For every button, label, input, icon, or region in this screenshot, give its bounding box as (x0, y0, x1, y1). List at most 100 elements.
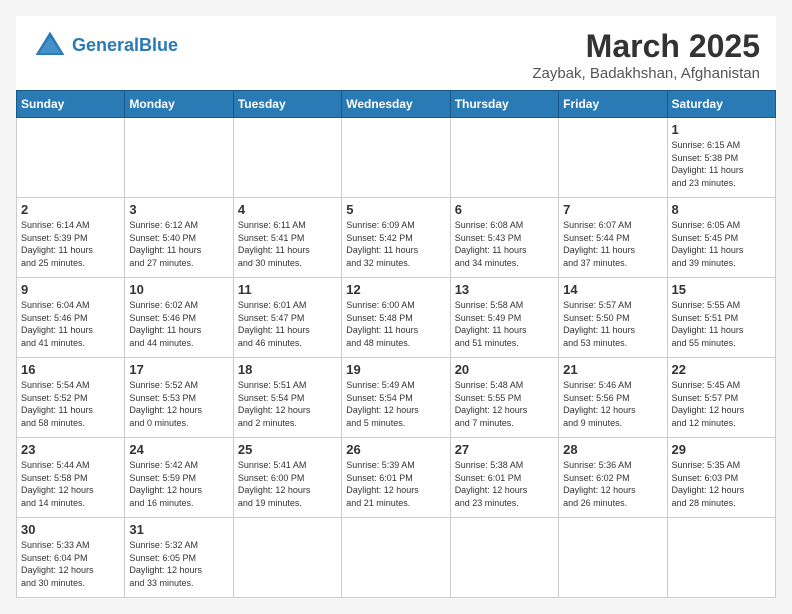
calendar-cell: 27Sunrise: 5:38 AMSunset: 6:01 PMDayligh… (450, 438, 558, 518)
calendar-cell: 31 Sunrise: 5:32 AMSunset: 6:05 PMDayligh… (125, 518, 233, 598)
day-info: Sunrise: 5:48 AMSunset: 5:55 PMDaylight:… (455, 379, 554, 429)
day-info: Sunrise: 5:39 AMSunset: 6:01 PMDaylight:… (346, 459, 445, 509)
day-info: Sunrise: 5:35 AMSunset: 6:03 PMDaylight:… (672, 459, 771, 509)
day-number: 19 (346, 362, 445, 377)
logo-icon (32, 28, 68, 64)
day-number: 25 (238, 442, 337, 457)
calendar-week-row: 23 Sunrise: 5:44 AMSunset: 5:58 PMDayligh… (17, 438, 776, 518)
day-info: Sunrise: 6:05 AMSunset: 5:45 PMDaylight:… (672, 219, 771, 269)
day-number: 21 (563, 362, 662, 377)
day-number: 13 (455, 282, 554, 297)
day-info: Sunrise: 5:49 AMSunset: 5:54 PMDaylight:… (346, 379, 445, 429)
calendar-cell (233, 118, 341, 198)
day-info: Sunrise: 6:04 AMSunset: 5:46 PMDaylight:… (21, 299, 120, 349)
calendar-cell: 24Sunrise: 5:42 AMSunset: 5:59 PMDayligh… (125, 438, 233, 518)
day-number: 23 (21, 442, 120, 457)
day-info: Sunrise: 5:52 AMSunset: 5:53 PMDaylight:… (129, 379, 228, 429)
day-number: 4 (238, 202, 337, 217)
location-subtitle: Zaybak, Badakhshan, Afghanistan (532, 65, 760, 82)
day-number: 27 (455, 442, 554, 457)
day-info: Sunrise: 5:58 AMSunset: 5:49 PMDaylight:… (455, 299, 554, 349)
day-number: 14 (563, 282, 662, 297)
day-info: Sunrise: 6:14 AMSunset: 5:39 PMDaylight:… (21, 219, 120, 269)
day-number: 5 (346, 202, 445, 217)
calendar-cell: 16 Sunrise: 5:54 AMSunset: 5:52 PMDayligh… (17, 358, 125, 438)
weekday-header-monday: Monday (125, 91, 233, 118)
calendar-cell (559, 518, 667, 598)
day-info: Sunrise: 5:41 AMSunset: 6:00 PMDaylight:… (238, 459, 337, 509)
calendar-cell: 28 Sunrise: 5:36 AMSunset: 6:02 PMDayligh… (559, 438, 667, 518)
calendar-cell (233, 518, 341, 598)
calendar-cell: 9Sunrise: 6:04 AMSunset: 5:46 PMDaylight… (17, 278, 125, 358)
calendar-cell: 15Sunrise: 5:55 AMSunset: 5:51 PMDayligh… (667, 278, 775, 358)
day-number: 24 (129, 442, 228, 457)
calendar-cell: 3 Sunrise: 6:12 AMSunset: 5:40 PMDaylight… (125, 198, 233, 278)
day-info: Sunrise: 6:11 AMSunset: 5:41 PMDaylight:… (238, 219, 337, 269)
calendar-cell: 22 Sunrise: 5:45 AMSunset: 5:57 PMDayligh… (667, 358, 775, 438)
day-number: 20 (455, 362, 554, 377)
day-number: 31 (129, 522, 228, 537)
day-info: Sunrise: 5:36 AMSunset: 6:02 PMDaylight:… (563, 459, 662, 509)
calendar-cell: 1 Sunrise: 6:15 AMSunset: 5:38 PMDaylight… (667, 118, 775, 198)
day-info: Sunrise: 6:02 AMSunset: 5:46 PMDaylight:… (129, 299, 228, 349)
day-number: 1 (672, 122, 771, 137)
day-info: Sunrise: 6:00 AMSunset: 5:48 PMDaylight:… (346, 299, 445, 349)
calendar-cell (342, 518, 450, 598)
calendar-cell: 23 Sunrise: 5:44 AMSunset: 5:58 PMDayligh… (17, 438, 125, 518)
calendar-cell: 2 Sunrise: 6:14 AMSunset: 5:39 PMDaylight… (17, 198, 125, 278)
logo-general: General (72, 35, 139, 55)
day-number: 8 (672, 202, 771, 217)
calendar-week-row: 1 Sunrise: 6:15 AMSunset: 5:38 PMDaylight… (17, 118, 776, 198)
weekday-header-sunday: Sunday (17, 91, 125, 118)
day-number: 3 (129, 202, 228, 217)
day-info: Sunrise: 5:46 AMSunset: 5:56 PMDaylight:… (563, 379, 662, 429)
day-info: Sunrise: 5:33 AMSunset: 6:04 PMDaylight:… (21, 539, 120, 589)
calendar-table: SundayMondayTuesdayWednesdayThursdayFrid… (16, 90, 776, 598)
day-number: 12 (346, 282, 445, 297)
calendar-week-row: 9Sunrise: 6:04 AMSunset: 5:46 PMDaylight… (17, 278, 776, 358)
month-title: March 2025 (532, 28, 760, 65)
calendar-cell (17, 118, 125, 198)
calendar-week-row: 16 Sunrise: 5:54 AMSunset: 5:52 PMDayligh… (17, 358, 776, 438)
weekday-header-saturday: Saturday (667, 91, 775, 118)
day-number: 28 (563, 442, 662, 457)
day-number: 22 (672, 362, 771, 377)
day-info: Sunrise: 5:45 AMSunset: 5:57 PMDaylight:… (672, 379, 771, 429)
day-info: Sunrise: 5:44 AMSunset: 5:58 PMDaylight:… (21, 459, 120, 509)
calendar-cell (667, 518, 775, 598)
calendar-cell: 19 Sunrise: 5:49 AMSunset: 5:54 PMDayligh… (342, 358, 450, 438)
day-info: Sunrise: 5:32 AMSunset: 6:05 PMDaylight:… (129, 539, 228, 589)
logo-blue: Blue (139, 35, 178, 55)
day-info: Sunrise: 6:15 AMSunset: 5:38 PMDaylight:… (672, 139, 771, 189)
day-info: Sunrise: 5:54 AMSunset: 5:52 PMDaylight:… (21, 379, 120, 429)
day-number: 2 (21, 202, 120, 217)
calendar-cell: 4 Sunrise: 6:11 AMSunset: 5:41 PMDaylight… (233, 198, 341, 278)
calendar-cell: 20 Sunrise: 5:48 AMSunset: 5:55 PMDayligh… (450, 358, 558, 438)
day-number: 16 (21, 362, 120, 377)
calendar-cell (559, 118, 667, 198)
calendar-cell: 26Sunrise: 5:39 AMSunset: 6:01 PMDayligh… (342, 438, 450, 518)
calendar-cell: 11Sunrise: 6:01 AMSunset: 5:47 PMDayligh… (233, 278, 341, 358)
logo-text: GeneralBlue (72, 36, 178, 56)
day-info: Sunrise: 6:12 AMSunset: 5:40 PMDaylight:… (129, 219, 228, 269)
weekday-header-row: SundayMondayTuesdayWednesdayThursdayFrid… (17, 91, 776, 118)
calendar-cell (342, 118, 450, 198)
day-info: Sunrise: 5:51 AMSunset: 5:54 PMDaylight:… (238, 379, 337, 429)
calendar-cell: 29 Sunrise: 5:35 AMSunset: 6:03 PMDayligh… (667, 438, 775, 518)
calendar-cell: 10 Sunrise: 6:02 AMSunset: 5:46 PMDayligh… (125, 278, 233, 358)
logo: GeneralBlue (32, 28, 178, 64)
day-number: 29 (672, 442, 771, 457)
calendar-week-row: 2 Sunrise: 6:14 AMSunset: 5:39 PMDaylight… (17, 198, 776, 278)
calendar-cell: 25 Sunrise: 5:41 AMSunset: 6:00 PMDayligh… (233, 438, 341, 518)
calendar-cell: 21 Sunrise: 5:46 AMSunset: 5:56 PMDayligh… (559, 358, 667, 438)
calendar-cell: 6Sunrise: 6:08 AMSunset: 5:43 PMDaylight… (450, 198, 558, 278)
calendar-cell (450, 118, 558, 198)
day-number: 30 (21, 522, 120, 537)
weekday-header-tuesday: Tuesday (233, 91, 341, 118)
day-number: 10 (129, 282, 228, 297)
weekday-header-thursday: Thursday (450, 91, 558, 118)
calendar-cell: 18Sunrise: 5:51 AMSunset: 5:54 PMDayligh… (233, 358, 341, 438)
calendar-cell: 13 Sunrise: 5:58 AMSunset: 5:49 PMDayligh… (450, 278, 558, 358)
calendar-cell: 8 Sunrise: 6:05 AMSunset: 5:45 PMDaylight… (667, 198, 775, 278)
weekday-header-wednesday: Wednesday (342, 91, 450, 118)
